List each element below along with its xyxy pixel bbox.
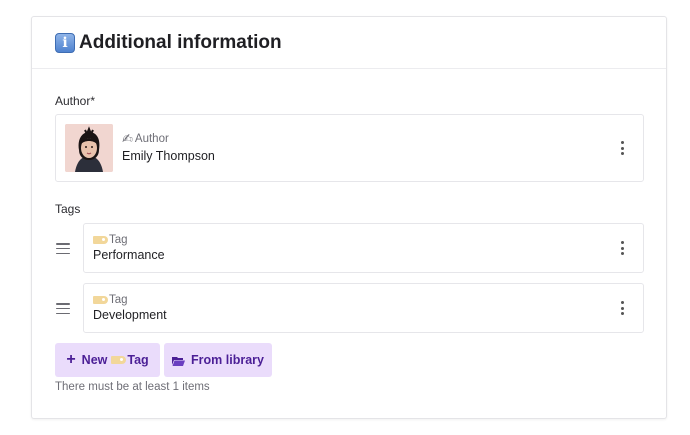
drag-handle-icon[interactable] bbox=[56, 303, 70, 314]
author-type-line: ✍ Author bbox=[122, 131, 215, 147]
info-icon: i bbox=[55, 32, 75, 53]
label-tag-icon bbox=[111, 356, 127, 364]
tag-type-line: Tag bbox=[93, 294, 167, 306]
author-more-options-icon[interactable] bbox=[619, 141, 625, 155]
author-text: ✍ Author Emily Thompson bbox=[122, 131, 215, 163]
tag-card-development[interactable]: Tag Development bbox=[83, 283, 644, 333]
new-button-suffix: Tag bbox=[127, 353, 149, 367]
tag-more-options-icon[interactable] bbox=[619, 301, 625, 315]
writing-hand-icon: ✍ bbox=[122, 131, 133, 146]
new-tag-button[interactable]: + New Tag bbox=[55, 343, 160, 377]
panel-title: Additional information bbox=[79, 31, 282, 53]
tag-type-line: Tag bbox=[93, 234, 165, 246]
tag-card-performance[interactable]: Tag Performance bbox=[83, 223, 644, 273]
author-name: Emily Thompson bbox=[122, 149, 215, 163]
tag-type-label: Tag bbox=[109, 234, 128, 246]
from-library-label: From library bbox=[191, 353, 264, 367]
tag-text: Tag Development bbox=[93, 294, 167, 322]
label-tag-icon bbox=[93, 296, 108, 304]
tag-more-options-icon[interactable] bbox=[619, 241, 625, 255]
label-tag-icon bbox=[93, 236, 108, 244]
tags-hint: There must be at least 1 items bbox=[55, 381, 210, 393]
author-avatar bbox=[65, 124, 113, 172]
author-label: Author* bbox=[55, 94, 96, 108]
from-library-button[interactable]: From library bbox=[164, 343, 272, 377]
tag-value: Development bbox=[93, 308, 167, 322]
tags-label: Tags bbox=[55, 202, 81, 216]
additional-information-panel: i Additional information Author* ✍ Autho… bbox=[31, 16, 667, 419]
tag-type-label: Tag bbox=[109, 294, 128, 306]
drag-handle-icon[interactable] bbox=[56, 243, 70, 254]
author-type-label: Author bbox=[134, 133, 169, 145]
open-folder-icon bbox=[172, 355, 186, 366]
plus-icon: + bbox=[66, 351, 76, 368]
panel-header: i Additional information bbox=[32, 17, 666, 69]
new-button-prefix: New bbox=[81, 353, 108, 367]
author-card[interactable]: ✍ Author Emily Thompson bbox=[55, 114, 644, 182]
tag-value: Performance bbox=[93, 248, 165, 262]
tag-text: Tag Performance bbox=[93, 234, 165, 262]
